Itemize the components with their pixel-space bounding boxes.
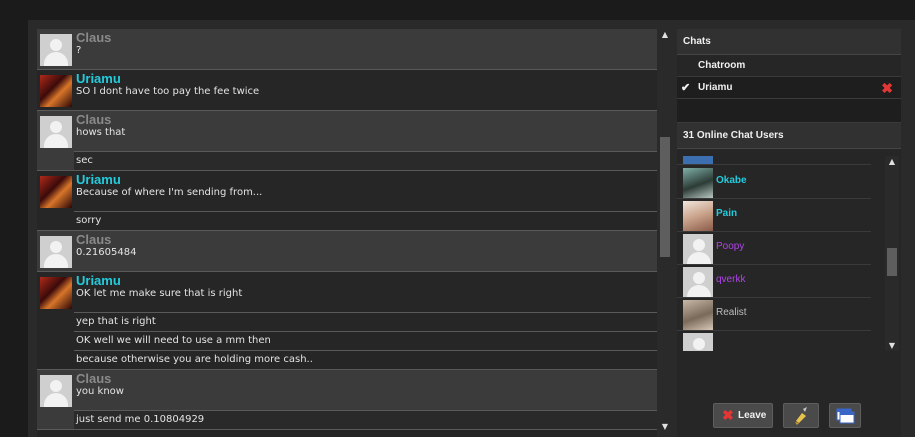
- message-list: Claus? Uriamu SO I dont have too pay the f…: [37, 29, 657, 437]
- scroll-up-icon[interactable]: ▲: [885, 156, 899, 168]
- close-icon: ✖: [722, 407, 734, 423]
- users-scroll-thumb[interactable]: [887, 248, 897, 276]
- message-group: Claus you know just send me 0.10804929: [37, 370, 657, 430]
- chat-item-label: Chatroom: [698, 60, 746, 71]
- message-author[interactable]: Claus: [76, 112, 111, 127]
- popout-window-button[interactable]: [829, 403, 861, 428]
- message-scrollbar[interactable]: ▲ ▼: [658, 29, 672, 437]
- user-name: Pain: [716, 208, 738, 219]
- user-row-partial[interactable]: [677, 156, 871, 165]
- message-text: SO I dont have too pay the fee twice: [76, 86, 260, 97]
- message-text: you know: [76, 386, 124, 397]
- message-text: yep that is right: [74, 312, 657, 331]
- user-avatar[interactable]: [40, 277, 72, 309]
- message-header: Claus 0.21605484: [37, 231, 657, 271]
- user-name: Poopy: [716, 241, 745, 252]
- message-header: Claus?: [37, 29, 657, 69]
- message-author[interactable]: Uriamu: [76, 172, 121, 187]
- clear-chat-button[interactable]: [783, 403, 819, 428]
- chat-item-chatroom[interactable]: Chatroom: [677, 55, 901, 77]
- user-name: Okabe: [716, 175, 747, 186]
- chat-window: Claus? Uriamu SO I dont have too pay the f…: [0, 0, 915, 437]
- chats-header: Chats: [677, 29, 901, 55]
- message-author[interactable]: Claus: [76, 232, 111, 247]
- user-row[interactable]: Poopy: [677, 232, 871, 265]
- message-text: because otherwise you are holding more c…: [74, 350, 657, 369]
- user-row[interactable]: Pain: [677, 199, 871, 232]
- user-row-partial[interactable]: [677, 331, 871, 352]
- message-header: Uriamu Because of where I'm sending from.…: [37, 171, 657, 211]
- user-avatar: [683, 300, 713, 330]
- message-text: Because of where I'm sending from...: [76, 187, 263, 198]
- leave-label: Leave: [738, 410, 767, 421]
- default-avatar-icon: [683, 333, 713, 352]
- user-name: Realist: [716, 307, 747, 318]
- action-bar: ✖ Leave: [677, 351, 901, 437]
- default-avatar-icon[interactable]: [40, 236, 72, 268]
- user-avatar: [683, 201, 713, 231]
- chat-item-label: Uriamu: [698, 82, 733, 93]
- scroll-up-icon[interactable]: ▲: [658, 29, 672, 41]
- message-text: OK let me make sure that is right: [76, 288, 243, 299]
- leave-button[interactable]: ✖ Leave: [713, 403, 773, 428]
- message-group: Claus?: [37, 29, 657, 70]
- message-text: just send me 0.10804929: [74, 410, 657, 429]
- close-chat-icon[interactable]: ✖: [881, 77, 893, 99]
- user-avatar: [683, 156, 713, 164]
- default-avatar-icon[interactable]: [40, 34, 72, 66]
- window-icon: [836, 408, 855, 424]
- message-text: sec: [74, 151, 657, 170]
- message-author[interactable]: Claus: [76, 30, 111, 45]
- message-text: OK well we will need to use a mm then: [74, 331, 657, 350]
- message-header: Claus you know: [37, 370, 657, 410]
- user-avatar: [683, 168, 713, 198]
- online-users-header: 31 Online Chat Users: [677, 123, 901, 149]
- message-header: Uriamu SO I dont have too pay the fee twi…: [37, 70, 657, 110]
- message-group: Uriamu Because of where I'm sending from.…: [37, 171, 657, 231]
- user-name: qverkk: [716, 274, 746, 285]
- user-row[interactable]: qverkk: [677, 265, 871, 298]
- default-avatar-icon[interactable]: [40, 375, 72, 407]
- message-group: Uriamu OK let me make sure that is right y…: [37, 272, 657, 370]
- chats-empty-area: [677, 99, 901, 123]
- message-scroll-thumb[interactable]: [660, 137, 670, 257]
- message-author[interactable]: Uriamu: [76, 273, 121, 288]
- user-row[interactable]: Okabe: [677, 166, 871, 199]
- default-avatar-icon: [683, 267, 713, 297]
- broom-icon: [795, 407, 807, 425]
- message-text: ?: [76, 45, 82, 56]
- default-avatar-icon[interactable]: [40, 116, 72, 148]
- user-avatar[interactable]: [40, 176, 72, 208]
- message-header: Uriamu OK let me make sure that is right: [37, 272, 657, 312]
- users-scrollbar[interactable]: ▲ ▼: [885, 156, 899, 352]
- checkmark-icon: ✔: [681, 82, 691, 94]
- online-users-list: Okabe Pain Poopy qverkk Realist: [677, 156, 885, 352]
- message-header: Claus hows that: [37, 111, 657, 151]
- message-text: sorry: [74, 211, 657, 230]
- message-group: Claus 0.21605484: [37, 231, 657, 272]
- user-avatar[interactable]: [40, 75, 72, 107]
- default-avatar-icon: [683, 234, 713, 264]
- scroll-down-icon[interactable]: ▼: [658, 421, 672, 433]
- message-group: Uriamu SO I dont have too pay the fee twi…: [37, 70, 657, 111]
- message-text: 0.21605484: [76, 247, 137, 258]
- chat-item-uriamu[interactable]: ✔ Uriamu ✖: [677, 77, 901, 99]
- message-group: Claus hows that sec: [37, 111, 657, 171]
- message-text: hows that: [76, 127, 126, 138]
- message-author[interactable]: Claus: [76, 371, 111, 386]
- user-row[interactable]: Realist: [677, 298, 871, 331]
- message-author[interactable]: Uriamu: [76, 71, 121, 86]
